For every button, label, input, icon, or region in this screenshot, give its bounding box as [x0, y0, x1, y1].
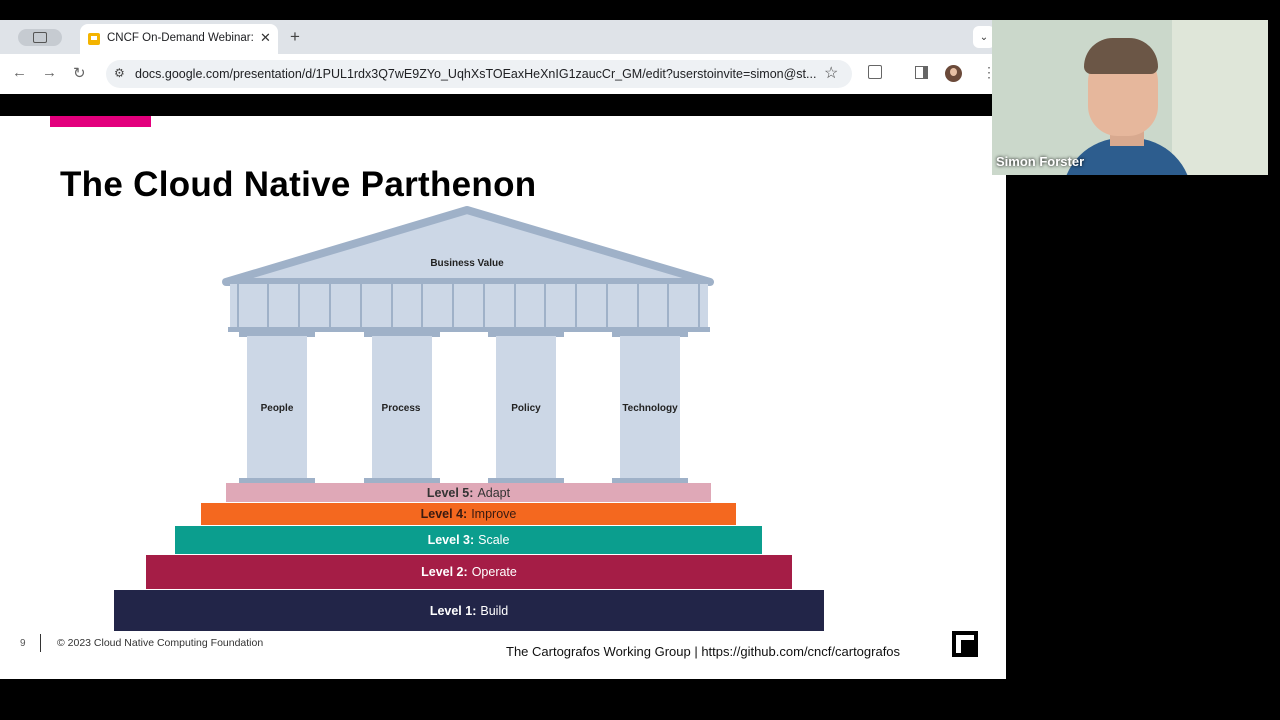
- presentation-letterbox-top: [0, 94, 992, 116]
- forward-icon[interactable]: →: [42, 64, 57, 81]
- level-2-step: Level 2: Operate: [146, 555, 792, 589]
- participant-name: Simon Forster: [996, 154, 1085, 169]
- level-1-name: Build: [480, 603, 509, 618]
- profile-avatar[interactable]: [945, 65, 962, 82]
- pillar-label-technology: Technology: [622, 403, 678, 414]
- level-3-name: Scale: [478, 533, 510, 547]
- back-icon[interactable]: ←: [12, 64, 27, 81]
- pillar-label-process: Process: [381, 403, 421, 414]
- level-5-name: Adapt: [477, 485, 511, 500]
- address-bar[interactable]: ⚙ docs.google.com/presentation/d/1PUL1rd…: [106, 60, 852, 88]
- browser-toolbar: ← → ↻ ⚙ docs.google.com/presentation/d/1…: [0, 54, 996, 94]
- level-3-step: Level 3: Scale: [175, 526, 762, 554]
- entablature: [230, 284, 708, 330]
- footer-divider: [40, 634, 41, 652]
- level-3-label: Level 3:: [427, 533, 475, 547]
- slide-number: 9: [20, 638, 26, 649]
- url-text[interactable]: docs.google.com/presentation/d/1PUL1rdx3…: [135, 67, 825, 81]
- pillar-label-people: People: [260, 403, 294, 414]
- extensions-icon[interactable]: [868, 65, 882, 79]
- participant-hair: [1084, 38, 1158, 74]
- new-tab-button[interactable]: +: [290, 27, 300, 47]
- bookmark-star-icon[interactable]: ☆: [824, 63, 838, 83]
- browser-tab-strip: CNCF On-Demand Webinar: F ✕ + ⌄: [0, 20, 995, 54]
- level-4-name: Improve: [471, 507, 517, 521]
- level-4-step: Level 4: Improve: [201, 503, 736, 525]
- copyright-text: © 2023 Cloud Native Computing Foundation: [57, 637, 264, 649]
- roof-base: [226, 278, 711, 284]
- level-5-label: Level 5:: [426, 485, 474, 500]
- presentation-slide: The Cloud Native Parthenon Business Valu…: [0, 116, 1006, 679]
- level-5-step: Level 5: Adapt: [226, 483, 711, 502]
- site-info-icon[interactable]: ⚙: [114, 66, 125, 80]
- side-panel-icon[interactable]: [915, 66, 928, 79]
- cncf-logo-icon: [952, 631, 978, 657]
- browser-tab-active[interactable]: CNCF On-Demand Webinar: F ✕: [80, 24, 278, 54]
- pillar-label-policy: Policy: [511, 403, 541, 414]
- tab-overview-icon: [33, 32, 47, 43]
- level-1-label: Level 1:: [429, 603, 477, 618]
- tab-title: CNCF On-Demand Webinar: F: [107, 32, 253, 44]
- close-tab-icon[interactable]: ✕: [260, 30, 271, 46]
- level-2-name: Operate: [471, 565, 517, 579]
- parthenon-roof: [222, 206, 714, 286]
- webcam-background: [1172, 20, 1268, 175]
- presentation-letterbox-bottom: [0, 679, 1006, 700]
- level-1-step: Level 1: Build: [114, 590, 824, 631]
- tab-search-button[interactable]: [18, 29, 62, 46]
- google-slides-icon: [88, 33, 100, 45]
- level-2-label: Level 2:: [421, 565, 468, 579]
- reload-icon[interactable]: ↻: [73, 64, 86, 82]
- webcam-video-tile: Simon Forster: [992, 20, 1268, 175]
- level-4-label: Level 4:: [420, 507, 468, 521]
- roof-label: Business Value: [430, 258, 504, 269]
- footer-working-group: The Cartografos Working Group | https://…: [506, 644, 901, 659]
